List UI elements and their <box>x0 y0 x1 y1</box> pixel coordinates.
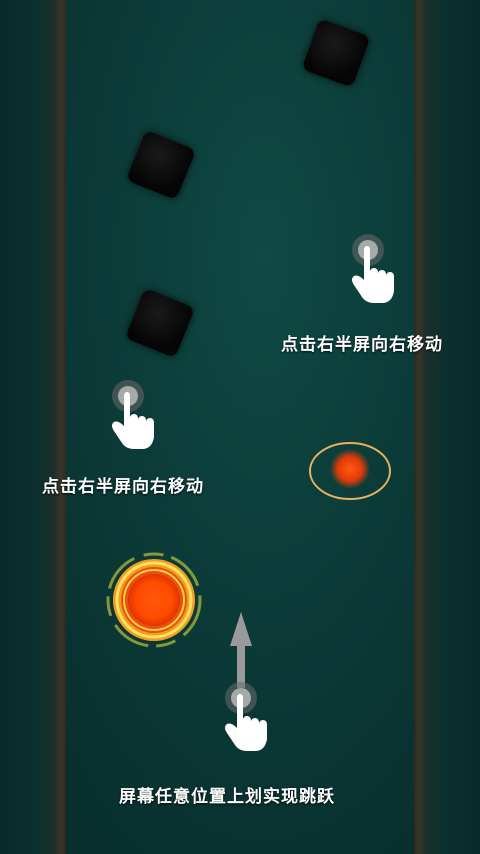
player-ball <box>106 552 202 648</box>
tap-hand-icon <box>225 682 267 751</box>
hint-tap-right: 点击右半屏向右移动 <box>281 335 443 355</box>
tap-hand-icon <box>112 380 154 449</box>
hint-swipe-up: 屏幕任意位置上划实现跳跃 <box>119 787 335 807</box>
obstacle-block <box>125 129 197 201</box>
hint-tap-right: 点击右半屏向右移动 <box>42 477 204 497</box>
arrow-up-icon <box>230 612 252 688</box>
tap-hand-icon <box>352 234 394 303</box>
obstacle-block <box>124 287 196 359</box>
right-wall <box>414 0 480 854</box>
left-wall <box>0 0 66 854</box>
obstacle-block <box>301 18 371 88</box>
target-ring <box>309 442 391 500</box>
